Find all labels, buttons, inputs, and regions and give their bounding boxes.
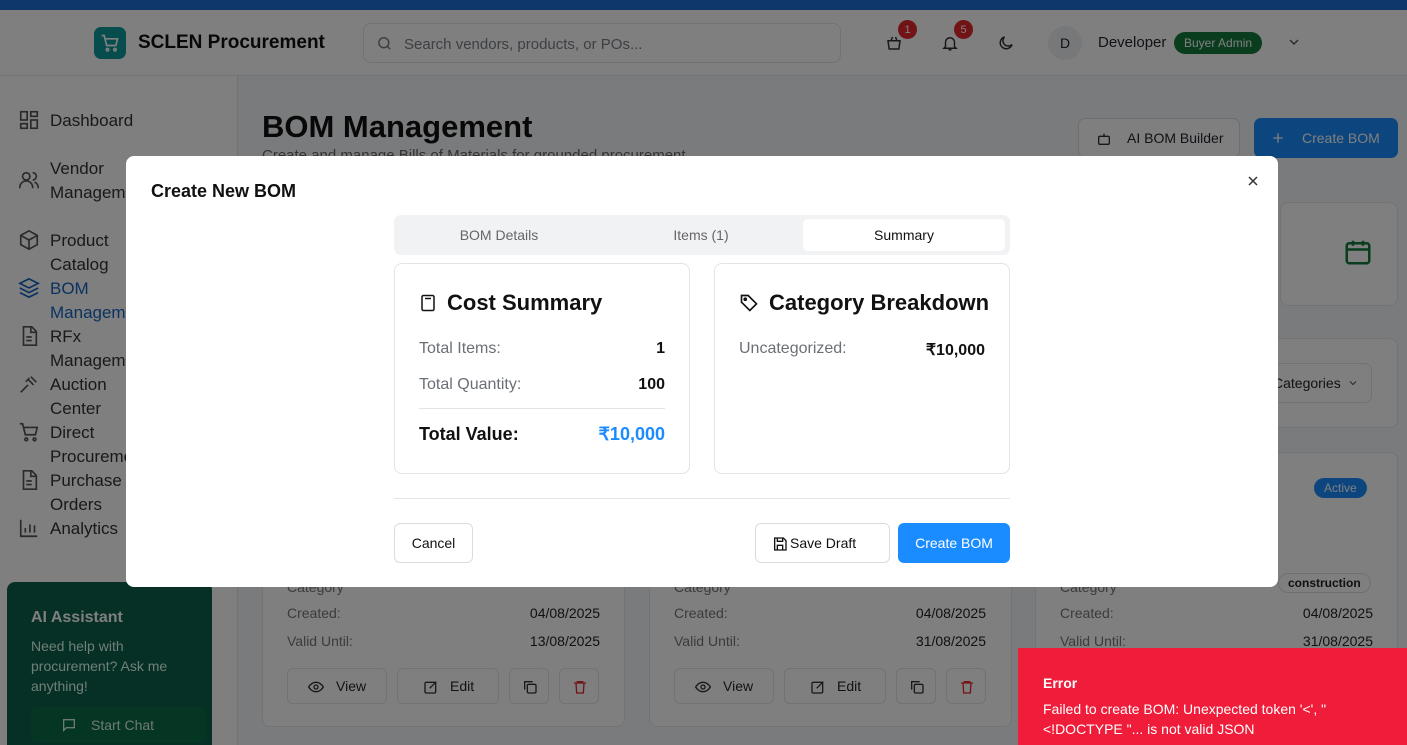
total-items-value: 1 <box>656 340 665 357</box>
create-bom-dialog: Create New BOM BOM Details Items (1) Sum… <box>126 156 1278 587</box>
total-value-amount: ₹10,000 <box>598 424 665 444</box>
tab-items[interactable]: Items (1) <box>600 219 802 251</box>
save-draft-button[interactable]: Save Draft <box>755 523 890 563</box>
tag-icon <box>740 294 758 312</box>
divider <box>419 408 665 409</box>
cost-summary-panel: Cost Summary Total Items: 1 Total Quanti… <box>394 263 690 474</box>
tab-bom-details[interactable]: BOM Details <box>398 219 600 251</box>
tab-summary[interactable]: Summary <box>803 219 1005 251</box>
cost-summary-title: Cost Summary <box>447 290 603 315</box>
create-bom-button[interactable]: Create BOM <box>898 523 1010 563</box>
footer-divider <box>394 498 1010 499</box>
error-toast[interactable]: Error Failed to create BOM: Unexpected t… <box>1018 648 1407 745</box>
cost-summary-heading: Cost Summary <box>419 290 602 316</box>
save-draft-label: Save Draft <box>790 535 857 551</box>
category-breakdown-title: Category Breakdown <box>769 290 990 315</box>
total-quantity-value: 100 <box>638 376 665 393</box>
category-row-value: ₹10,000 <box>925 342 985 359</box>
total-value-label: Total Value: <box>419 424 519 444</box>
save-icon <box>774 537 787 551</box>
dialog-title: Create New BOM <box>151 181 297 201</box>
calculator-icon <box>421 294 435 312</box>
total-quantity-label: Total Quantity: <box>419 376 522 393</box>
close-icon[interactable] <box>1245 173 1261 189</box>
toast-message: Failed to create BOM: Unexpected token '… <box>1043 701 1327 737</box>
cancel-button[interactable]: Cancel <box>394 523 473 563</box>
category-row-label: Uncategorized: <box>739 340 847 357</box>
toast-title: Error <box>1043 675 1078 691</box>
dialog-tabs: BOM Details Items (1) Summary <box>394 215 1010 255</box>
total-items-label: Total Items: <box>419 340 501 357</box>
category-breakdown-heading: Category Breakdown <box>739 290 989 316</box>
category-breakdown-panel: Category Breakdown Uncategorized: ₹10,00… <box>714 263 1010 474</box>
